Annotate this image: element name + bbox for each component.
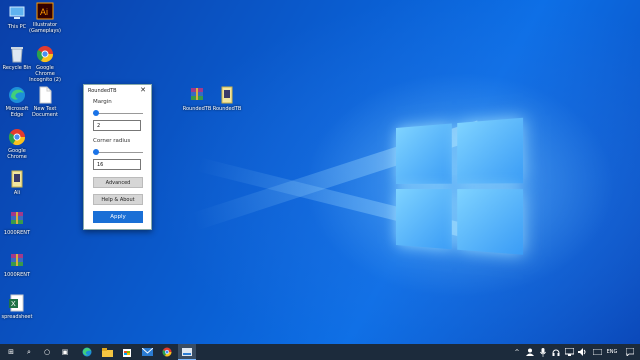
desktop-icon-illustrator[interactable]: Ai Illustrator (Gameplays) bbox=[28, 2, 62, 34]
headset-icon[interactable] bbox=[551, 344, 561, 360]
advanced-button[interactable]: Advanced bbox=[93, 177, 143, 188]
desktop-icon-new-text-document[interactable]: New Text Document bbox=[28, 86, 62, 118]
roundedtb-window: RoundedTB ✕ Margin 2 Corner radius 16 Ad… bbox=[83, 84, 152, 230]
people-icon[interactable] bbox=[525, 344, 535, 360]
corner-radius-field[interactable]: 16 bbox=[93, 159, 141, 170]
margin-field[interactable]: 2 bbox=[93, 120, 141, 131]
language-indicator[interactable]: ENG bbox=[604, 344, 620, 360]
start-button[interactable]: ⊞ bbox=[2, 344, 20, 360]
roundedtb-taskbar-icon[interactable] bbox=[178, 344, 196, 360]
winrar-archive-icon bbox=[8, 210, 26, 228]
windows-logo-wallpaper bbox=[396, 118, 524, 259]
margin-slider-thumb[interactable] bbox=[93, 110, 99, 116]
apply-button[interactable]: Apply bbox=[93, 211, 143, 223]
winrar-archive-icon bbox=[8, 252, 26, 270]
desktop-icon-roundedtb-folder[interactable]: RoundedTB bbox=[210, 86, 244, 112]
window-title: RoundedTB bbox=[88, 88, 117, 94]
edge-icon bbox=[8, 86, 26, 104]
text-document-icon bbox=[36, 86, 54, 104]
search-icon[interactable]: ⌕ bbox=[20, 344, 38, 360]
file-explorer-icon[interactable] bbox=[98, 344, 116, 360]
desktop-icon-archive-1[interactable]: 1000RENT bbox=[0, 210, 34, 236]
this-pc-icon bbox=[8, 4, 26, 22]
network-icon[interactable] bbox=[564, 344, 574, 360]
chrome-icon[interactable] bbox=[158, 344, 176, 360]
corner-radius-slider[interactable] bbox=[93, 152, 143, 153]
task-view-icon[interactable]: ▣ bbox=[56, 344, 74, 360]
cortana-icon[interactable]: ○ bbox=[38, 344, 56, 360]
desktop: This PC Ai Illustrator (Gameplays) Recyc… bbox=[0, 0, 640, 344]
corner-radius-slider-thumb[interactable] bbox=[93, 149, 99, 155]
taskbar: ⊞ ⌕ ○ ▣ ^ ENG bbox=[0, 344, 640, 360]
margin-label: Margin bbox=[93, 99, 112, 105]
chrome-icon bbox=[8, 128, 26, 146]
desktop-icon-ali[interactable]: Ali bbox=[0, 170, 34, 196]
chrome-icon bbox=[36, 45, 54, 63]
file-icon bbox=[8, 170, 26, 188]
desktop-icon-spreadsheet[interactable]: X spreadsheet bbox=[0, 294, 34, 320]
desktop-icon-archive-2[interactable]: 1000RENT bbox=[0, 252, 34, 278]
close-icon[interactable]: ✕ bbox=[140, 86, 146, 94]
store-icon[interactable] bbox=[118, 344, 136, 360]
corner-radius-label: Corner radius bbox=[93, 138, 130, 144]
edge-icon[interactable] bbox=[78, 344, 96, 360]
winrar-archive-icon bbox=[188, 86, 206, 104]
keyboard-icon[interactable] bbox=[592, 344, 602, 360]
file-icon bbox=[218, 86, 236, 104]
recycle-bin-icon bbox=[8, 45, 26, 63]
svg-text:Ai: Ai bbox=[40, 7, 48, 17]
notifications-icon[interactable] bbox=[624, 344, 636, 360]
help-about-button[interactable]: Help & About bbox=[93, 194, 143, 205]
microphone-icon[interactable] bbox=[538, 344, 548, 360]
desktop-icon-google-chrome[interactable]: Google Chrome bbox=[0, 128, 34, 160]
mail-icon[interactable] bbox=[138, 344, 156, 360]
volume-icon[interactable] bbox=[577, 344, 587, 360]
margin-slider[interactable] bbox=[93, 113, 143, 114]
svg-text:X: X bbox=[11, 301, 16, 308]
adobe-illustrator-icon: Ai bbox=[36, 2, 54, 20]
desktop-icon-roundedtb-archive[interactable]: RoundedTB bbox=[180, 86, 214, 112]
desktop-icon-chrome-incognito[interactable]: Google Chrome Incognito (2) bbox=[28, 45, 62, 83]
tray-expand-icon[interactable]: ^ bbox=[512, 344, 522, 360]
excel-icon: X bbox=[8, 294, 26, 312]
